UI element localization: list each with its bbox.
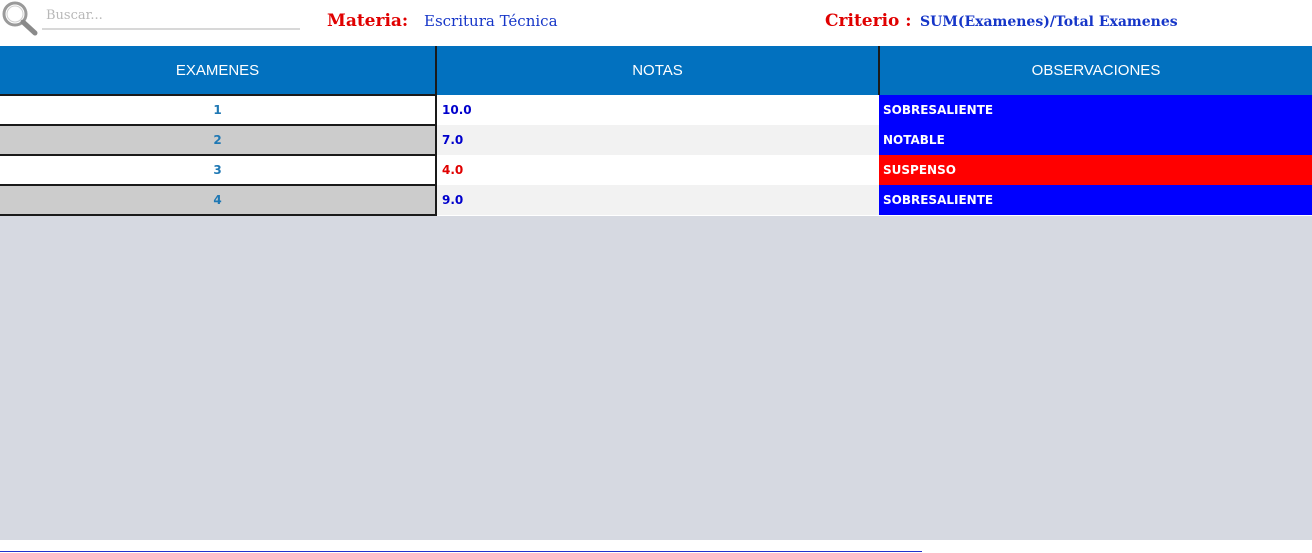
nota-cell: 7.0: [436, 125, 879, 155]
observacion-cell: NOTABLE: [879, 125, 1312, 155]
materia-value: Escritura Técnica: [424, 12, 558, 30]
empty-table-area: [0, 216, 1312, 540]
criterio-value: SUM(Examenes)/Total Examenes: [920, 14, 1178, 30]
examen-cell: 3: [0, 154, 437, 186]
observacion-cell: SUSPENSO: [879, 155, 1312, 185]
table-body: 1 10.0 SOBRESALIENTE 2 7.0 NOTABLE 3 4.0 SUSPENS…: [0, 94, 1312, 216]
nota-cell: 9.0: [436, 185, 879, 215]
grades-table: EXAMENES NOTAS OBSERVACIONES 1 10.0 SOBRES…: [0, 46, 1312, 216]
table-header-row: EXAMENES NOTAS OBSERVACIONES: [0, 46, 1312, 95]
table-row[interactable]: 1 10.0 SOBRESALIENTE: [0, 94, 1312, 126]
table-row[interactable]: 3 4.0 SUSPENSO: [0, 154, 1312, 186]
observacion-cell: SOBRESALIENTE: [879, 95, 1312, 125]
column-header-notas[interactable]: NOTAS: [436, 46, 880, 95]
column-header-observaciones[interactable]: OBSERVACIONES: [879, 46, 1312, 95]
nota-cell: 10.0: [436, 95, 879, 125]
column-header-examenes[interactable]: EXAMENES: [0, 46, 437, 95]
search-icon[interactable]: [0, 0, 40, 36]
bottom-divider: [0, 551, 922, 552]
table-row[interactable]: 2 7.0 NOTABLE: [0, 124, 1312, 156]
observacion-cell: SOBRESALIENTE: [879, 185, 1312, 215]
nota-cell: 4.0: [436, 155, 879, 185]
examen-cell: 4: [0, 184, 437, 216]
top-bar: Materia: Escritura Técnica Criterio : SU…: [0, 0, 1312, 46]
criterio-label: Criterio :: [825, 11, 912, 31]
table-row[interactable]: 4 9.0 SOBRESALIENTE: [0, 184, 1312, 216]
materia-label: Materia:: [327, 11, 409, 31]
search-input[interactable]: [42, 2, 300, 30]
examen-cell: 1: [0, 94, 437, 126]
examen-cell: 2: [0, 124, 437, 156]
